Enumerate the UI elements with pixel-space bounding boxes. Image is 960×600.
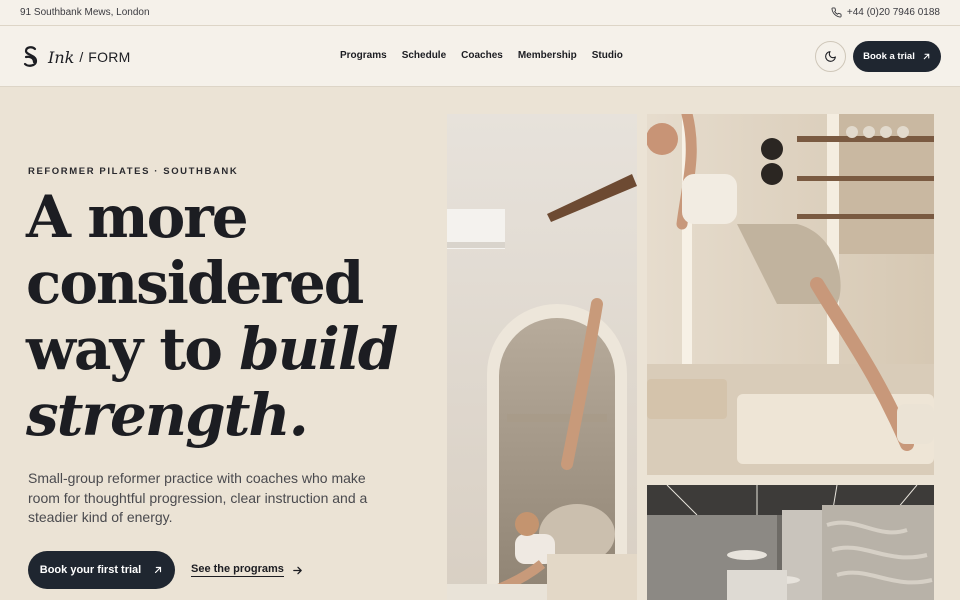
moon-icon <box>825 51 836 62</box>
phone-contact[interactable]: +44 (0)20 7946 0188 <box>831 7 940 18</box>
headline-line-4-italic: strength. <box>26 381 309 449</box>
ink-s-logo-icon <box>23 46 38 67</box>
nav-item-schedule[interactable]: Schedule <box>402 50 446 61</box>
phone-icon <box>831 7 842 18</box>
nav-item-studio[interactable]: Studio <box>592 50 623 61</box>
book-first-trial-button[interactable]: Book your first trial <box>28 551 175 589</box>
nav-item-programs[interactable]: Programs <box>340 50 387 61</box>
brand-name-script: Ink <box>48 47 75 67</box>
studio-address: 91 Southbank Mews, London <box>20 7 150 18</box>
theme-toggle-button[interactable] <box>815 41 846 72</box>
main-navbar: Ink / FORM Programs Schedule Coaches Mem… <box>0 26 960 87</box>
top-info-bar: 91 Southbank Mews, London +44 (0)20 7946… <box>0 0 960 26</box>
hero-eyebrow: REFORMER PILATES · SOUTHBANK <box>28 166 239 177</box>
brand-logo[interactable]: Ink / FORM <box>22 45 131 69</box>
hero-headline: A more considered way to build strength. <box>26 184 436 448</box>
primary-nav: Programs Schedule Coaches Membership Stu… <box>340 50 623 61</box>
headline-line-2: considered <box>26 249 364 317</box>
see-programs-link[interactable]: See the programs <box>191 563 303 577</box>
arrow-up-right-icon <box>155 566 162 574</box>
see-programs-label: See the programs <box>191 563 284 577</box>
headline-line-3: way to build <box>26 316 436 382</box>
book-first-trial-label: Book your first trial <box>39 564 142 576</box>
reformer-photo <box>647 114 934 475</box>
phone-number: +44 (0)20 7946 0188 <box>846 7 940 18</box>
book-trial-label: Book a trial <box>863 51 915 62</box>
headline-line-4: strength. <box>26 382 436 448</box>
nav-item-membership[interactable]: Membership <box>518 50 577 61</box>
headline-line-1: A more <box>26 183 249 251</box>
headline-line-3-italic: build <box>239 315 398 383</box>
arrow-right-icon <box>293 566 302 574</box>
nav-item-coaches[interactable]: Coaches <box>461 50 503 61</box>
arrow-up-right-icon <box>923 53 930 60</box>
brand-separator: / <box>79 49 84 65</box>
studio-interior-photo <box>647 485 934 600</box>
book-trial-button[interactable]: Book a trial <box>853 41 941 72</box>
headline-line-3-regular: way to <box>26 315 240 383</box>
studio-photo-tall <box>447 114 637 600</box>
hero-subcopy: Small-group reformer practice with coach… <box>28 470 368 526</box>
brand-name-caps: FORM <box>88 49 131 65</box>
